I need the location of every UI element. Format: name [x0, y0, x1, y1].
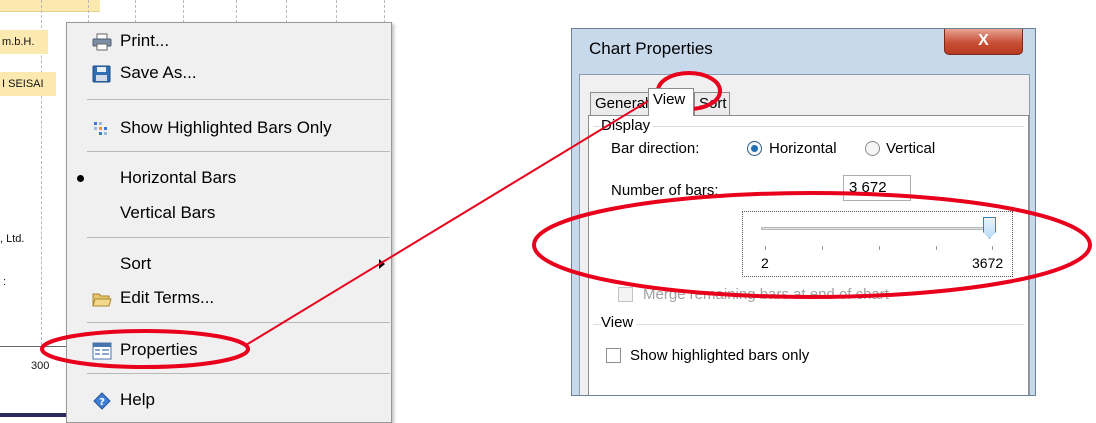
- menu-item-vertical-bars[interactable]: Vertical Bars: [67, 199, 391, 227]
- menu-item-label: Sort: [120, 254, 152, 273]
- horizontal-radio[interactable]: [747, 141, 762, 156]
- group-border: [593, 126, 1024, 127]
- help-icon: ?: [92, 391, 112, 410]
- menu-item-edit-terms[interactable]: Edit Terms...: [67, 284, 391, 312]
- menu-item-label: Edit Terms...: [120, 288, 215, 307]
- display-group-title: Display: [601, 117, 654, 134]
- menu-separator: [87, 237, 390, 238]
- tab-general[interactable]: General: [590, 92, 652, 115]
- vertical-radio[interactable]: [865, 141, 880, 156]
- menu-item-label: Show Highlighted Bars Only: [120, 118, 332, 137]
- chart-bar-label: I SEISAI: [0, 72, 56, 96]
- menu-item-sort[interactable]: Sort: [67, 250, 391, 278]
- properties-icon: [92, 341, 112, 360]
- menu-item-label: Properties: [120, 340, 198, 359]
- menu-item-save-as[interactable]: Save As...: [67, 59, 391, 87]
- menu-item-label: Print...: [120, 31, 170, 50]
- view-tab-panel: Display Bar direction: Horizontal Vertic…: [588, 115, 1029, 395]
- number-of-bars-label: Number of bars:: [611, 182, 719, 199]
- chart-row-label: , Ltd.: [0, 233, 25, 245]
- chart-properties-dialog: Chart Properties X General View Sort Dis…: [571, 28, 1036, 396]
- chart-bar: [0, 0, 100, 12]
- merge-remaining-checkbox[interactable]: [618, 287, 633, 302]
- menu-separator: [87, 373, 390, 374]
- selected-bullet-icon: [77, 175, 84, 182]
- slider-tick: [936, 246, 937, 250]
- show-highlighted-checkbox[interactable]: [606, 348, 621, 363]
- menu-item-properties[interactable]: Properties: [67, 336, 391, 364]
- view-group-title: View: [601, 314, 637, 331]
- svg-text:?: ?: [99, 397, 105, 408]
- slider-tick: [822, 246, 823, 250]
- slider-tick: [765, 246, 766, 250]
- floppy-disk-icon: [92, 64, 112, 83]
- menu-item-horizontal-bars[interactable]: Horizontal Bars: [67, 164, 391, 192]
- slider-track: [761, 227, 996, 230]
- menu-item-label: Save As...: [120, 63, 197, 82]
- menu-item-label: Help: [120, 390, 155, 409]
- menu-separator: [87, 99, 390, 100]
- bar-direction-label: Bar direction:: [611, 140, 700, 157]
- dialog-client-area: General View Sort Display Bar direction:…: [579, 74, 1030, 395]
- x-axis-tick-label: 300: [31, 360, 50, 372]
- scrollbar-strip[interactable]: [0, 413, 70, 417]
- menu-separator: [87, 151, 390, 152]
- context-menu: Print... Save As... Show Highlighted Bar…: [66, 22, 392, 423]
- menu-item-print[interactable]: Print...: [67, 27, 391, 55]
- submenu-arrow-icon: [379, 259, 385, 269]
- menu-item-label: Vertical Bars: [120, 203, 216, 222]
- chart-bar-label: m.b.H.: [0, 30, 48, 54]
- tab-sort[interactable]: Sort: [694, 92, 730, 115]
- slider-thumb[interactable]: [983, 217, 996, 239]
- folder-open-icon: [92, 289, 112, 307]
- horizontal-radio-label[interactable]: Horizontal: [769, 140, 837, 157]
- menu-item-help[interactable]: ? Help: [67, 386, 391, 414]
- highlight-bars-icon: [92, 119, 112, 137]
- group-border: [593, 324, 1024, 325]
- dialog-close-button[interactable]: X: [944, 29, 1023, 55]
- slider-tick: [992, 246, 993, 250]
- merge-remaining-label: Merge remaining bars at end of chart: [643, 286, 889, 303]
- slider-tick: [879, 246, 880, 250]
- menu-separator: [87, 322, 390, 323]
- show-highlighted-label: Show highlighted bars only: [630, 347, 810, 364]
- printer-icon: [92, 32, 112, 51]
- bars-slider[interactable]: 2 3672: [742, 211, 1013, 277]
- tab-view[interactable]: View: [648, 88, 694, 116]
- slider-max-label: 3672: [972, 255, 1004, 271]
- vertical-radio-label[interactable]: Vertical: [886, 140, 935, 157]
- menu-item-label: Horizontal Bars: [120, 168, 237, 187]
- slider-min-label: 2: [761, 255, 769, 271]
- dialog-title: Chart Properties: [589, 39, 713, 58]
- menu-item-show-highlighted-bars[interactable]: Show Highlighted Bars Only: [67, 114, 391, 142]
- chart-row-label: :: [3, 276, 7, 288]
- number-of-bars-input[interactable]: 3 672: [843, 175, 911, 201]
